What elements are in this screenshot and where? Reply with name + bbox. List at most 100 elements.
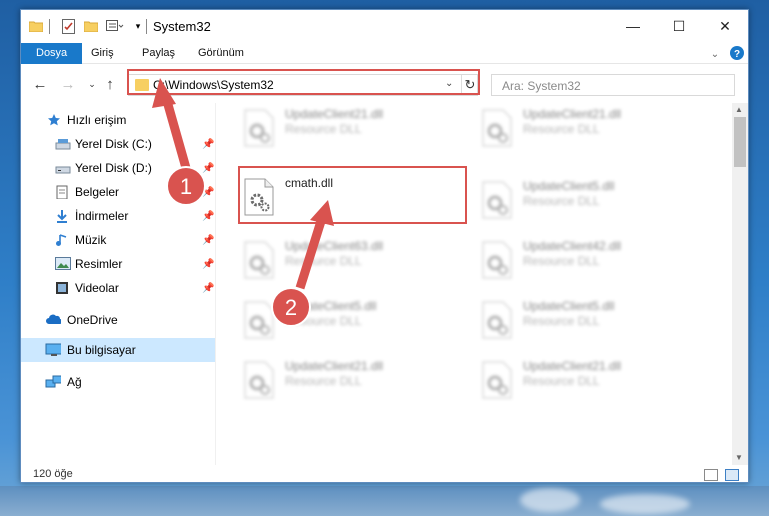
nav-item-downloads[interactable]: İndirmeler 📌 xyxy=(21,204,215,228)
file-type: Resource DLL xyxy=(523,122,600,136)
pin-icon: 📌 xyxy=(202,234,215,246)
title-bar: ▾ System32 — ☐ ✕ xyxy=(21,10,748,42)
cloud-icon xyxy=(46,314,61,324)
downloads-icon xyxy=(57,210,67,223)
file-item[interactable]: UpdateClient21.dll Resource DLL xyxy=(238,103,468,153)
file-item[interactable]: UpdateClient21.dll Resource DLL xyxy=(476,103,706,153)
file-item[interactable]: UpdateClient5.dll Resource DLL xyxy=(476,295,706,345)
close-button[interactable]: ✕ xyxy=(702,10,748,42)
search-input[interactable]: Ara: System32 xyxy=(491,74,735,96)
forward-button[interactable]: → xyxy=(59,75,77,93)
window-title: System32 xyxy=(153,19,211,34)
help-icon[interactable]: ? xyxy=(729,45,745,61)
file-item[interactable]: UpdateClient63.dll Resource DLL xyxy=(238,235,468,285)
nav-onedrive[interactable]: OneDrive xyxy=(21,308,215,332)
large-icons-view-icon[interactable] xyxy=(725,469,739,481)
tab-view[interactable]: Görünüm xyxy=(186,43,256,64)
pin-icon: 📌 xyxy=(202,138,215,150)
nav-label: Ağ xyxy=(67,375,82,389)
nav-item-local-disk-c[interactable]: Yerel Disk (C:) 📌 xyxy=(21,132,215,156)
tab-share[interactable]: Paylaş xyxy=(130,43,187,64)
star-icon xyxy=(48,114,60,126)
file-type: Resource DLL xyxy=(523,314,600,328)
dll-file-icon xyxy=(244,301,274,339)
nav-item-music[interactable]: Müzik 📌 xyxy=(21,228,215,252)
file-type: Resource DLL xyxy=(523,194,600,208)
file-name: UpdateClient5.dll xyxy=(523,179,615,193)
computer-icon xyxy=(45,343,61,356)
dll-file-icon xyxy=(482,301,512,339)
nav-label: Müzik xyxy=(75,233,107,247)
pin-icon: 📌 xyxy=(202,258,215,270)
dll-file-icon xyxy=(482,241,512,279)
file-type: Resource DLL xyxy=(285,374,362,388)
file-item[interactable]: UpdateClient5.dll Resource DLL xyxy=(476,175,706,225)
dll-file-icon xyxy=(482,109,512,147)
details-view-icon[interactable] xyxy=(704,469,718,481)
dll-file-icon xyxy=(482,181,512,219)
file-name: UpdateClient42.dll xyxy=(523,239,622,253)
file-type: Resource DLL xyxy=(523,374,600,388)
svg-text:?: ? xyxy=(734,49,740,60)
desktop-cloud xyxy=(600,494,690,514)
network-icon xyxy=(45,375,61,388)
expand-ribbon-icon[interactable]: ⌄ xyxy=(709,45,721,63)
up-button[interactable]: ↑ xyxy=(101,75,119,93)
dll-file-icon xyxy=(482,361,512,399)
address-highlight-box xyxy=(127,69,480,95)
videos-icon xyxy=(56,282,68,294)
view-menu-icon[interactable] xyxy=(105,17,125,35)
nav-label: Resimler xyxy=(75,257,123,271)
file-type: Resource DLL xyxy=(285,254,362,268)
separator xyxy=(146,19,147,34)
nav-item-pictures[interactable]: Resimler 📌 xyxy=(21,252,215,276)
desktop-cloud xyxy=(520,488,580,512)
nav-item-videos[interactable]: Videolar 📌 xyxy=(21,276,215,300)
folder-icon xyxy=(29,17,43,35)
pictures-icon xyxy=(55,257,71,270)
file-item[interactable]: UpdateClient21.dll Resource DLL xyxy=(476,355,706,405)
file-item[interactable]: UpdateClient5.dll Resource DLL xyxy=(238,295,468,345)
file-type: Resource DLL xyxy=(285,122,362,136)
scrollbar-thumb[interactable] xyxy=(734,117,746,167)
nav-label: OneDrive xyxy=(67,313,118,327)
nav-quick-access[interactable]: Hızlı erişim xyxy=(21,108,215,132)
item-count: 120 öğe xyxy=(33,468,73,480)
file-name: UpdateClient21.dll xyxy=(523,359,622,373)
tab-home[interactable]: Giriş xyxy=(79,43,126,64)
recent-locations-icon[interactable]: ⌄ xyxy=(83,75,101,93)
nav-label: Videolar xyxy=(75,281,119,295)
status-bar: 120 öğe xyxy=(21,466,748,483)
back-button[interactable]: ← xyxy=(31,75,49,93)
drive-icon xyxy=(55,166,71,174)
properties-icon[interactable] xyxy=(60,17,76,35)
nav-item-documents[interactable]: Belgeler 📌 xyxy=(21,180,215,204)
search-placeholder: Ara: System32 xyxy=(502,79,581,93)
drive-icon xyxy=(55,139,71,150)
vertical-scrollbar[interactable]: ▲ ▼ xyxy=(732,103,748,465)
maximize-button[interactable]: ☐ xyxy=(656,10,702,42)
file-item[interactable]: UpdateClient21.dll Resource DLL xyxy=(238,355,468,405)
scroll-up-icon[interactable]: ▲ xyxy=(735,105,743,114)
customize-toolbar-icon[interactable]: ▾ xyxy=(133,17,143,35)
tab-file[interactable]: Dosya xyxy=(21,43,83,64)
nav-network[interactable]: Ağ xyxy=(21,370,215,394)
separator xyxy=(49,19,50,34)
documents-icon xyxy=(56,185,68,199)
nav-label: Yerel Disk (D:) xyxy=(75,161,152,175)
nav-label: İndirmeler xyxy=(75,209,129,223)
pin-icon: 📌 xyxy=(202,162,215,174)
dll-file-icon xyxy=(244,109,274,147)
scroll-down-icon[interactable]: ▼ xyxy=(735,453,743,462)
file-name: UpdateClient21.dll xyxy=(285,107,384,121)
file-type: Resource DLL xyxy=(285,314,362,328)
minimize-button[interactable]: — xyxy=(610,10,656,42)
file-item[interactable]: UpdateClient42.dll Resource DLL xyxy=(476,235,706,285)
nav-label: Hızlı erişim xyxy=(67,113,127,127)
nav-item-local-disk-d[interactable]: Yerel Disk (D:) 📌 xyxy=(21,156,215,180)
new-folder-icon[interactable] xyxy=(83,17,99,35)
dll-file-icon xyxy=(244,241,274,279)
nav-this-pc[interactable]: Bu bilgisayar xyxy=(21,338,215,362)
navigation-pane: Hızlı erişim Yerel Disk (C:) 📌 Yerel Dis… xyxy=(21,103,215,465)
file-name: UpdateClient63.dll xyxy=(285,239,384,253)
